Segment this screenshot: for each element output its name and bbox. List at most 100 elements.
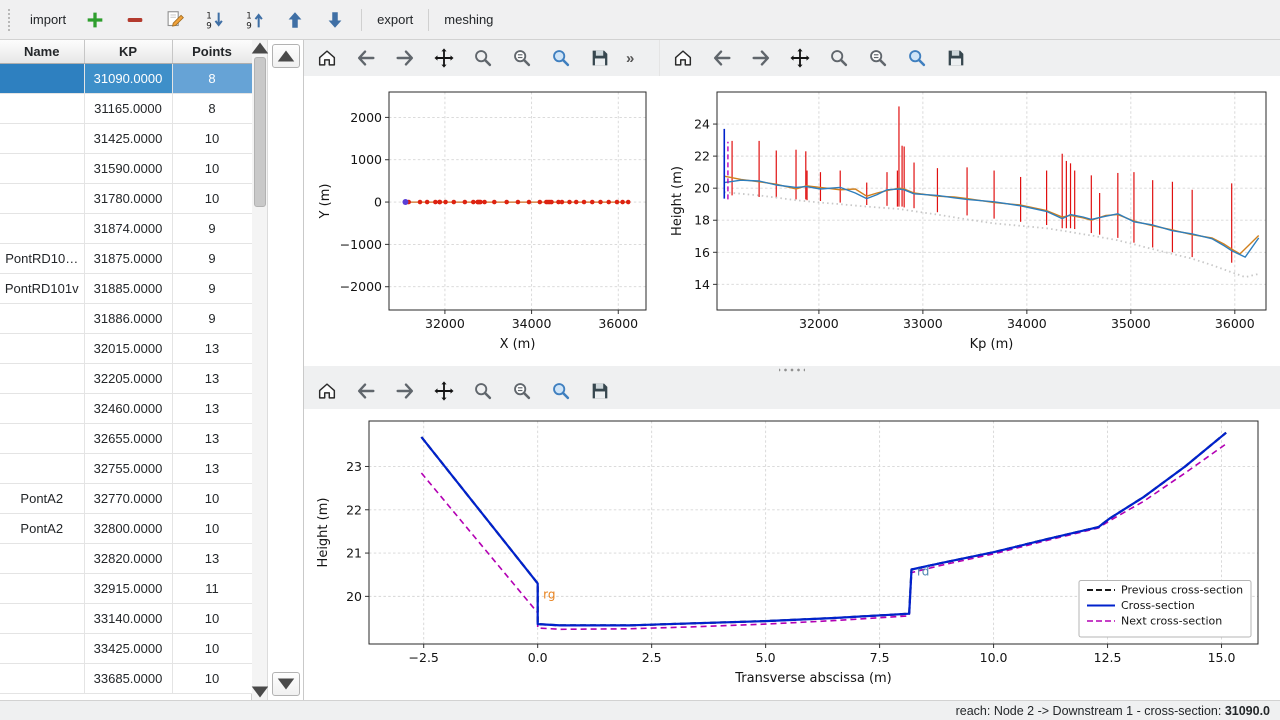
table-row[interactable]: PontA232800.000010 bbox=[0, 513, 252, 543]
cell-points[interactable]: 10 bbox=[172, 633, 252, 663]
cell-kp[interactable]: 33425.0000 bbox=[84, 633, 172, 663]
cell-kp[interactable]: 32755.0000 bbox=[84, 453, 172, 483]
add-cross-section-button[interactable] bbox=[76, 5, 114, 35]
cell-points[interactable]: 10 bbox=[172, 483, 252, 513]
horizontal-splitter[interactable] bbox=[304, 366, 1280, 373]
meshing-button[interactable]: meshing bbox=[436, 5, 501, 35]
cell-name[interactable] bbox=[0, 213, 84, 243]
cell-points[interactable]: 9 bbox=[172, 303, 252, 333]
cell-name[interactable] bbox=[0, 93, 84, 123]
plot-zoom-button[interactable] bbox=[466, 43, 500, 73]
plot-subplots-button[interactable] bbox=[505, 43, 539, 73]
table-row[interactable]: 33425.000010 bbox=[0, 633, 252, 663]
table-row[interactable]: PontRD10…31875.00009 bbox=[0, 243, 252, 273]
cell-kp[interactable]: 32770.0000 bbox=[84, 483, 172, 513]
scroll-down-button[interactable] bbox=[272, 672, 300, 696]
plot-customize-button[interactable] bbox=[544, 376, 578, 406]
cell-kp[interactable]: 31885.0000 bbox=[84, 273, 172, 303]
plot-home-button[interactable] bbox=[666, 43, 700, 73]
cell-points[interactable]: 10 bbox=[172, 123, 252, 153]
scrollbar-down-arrow[interactable] bbox=[252, 684, 268, 700]
cell-name[interactable] bbox=[0, 423, 84, 453]
table-row[interactable]: 32655.000013 bbox=[0, 423, 252, 453]
cell-name[interactable] bbox=[0, 63, 84, 93]
table-row[interactable]: 32205.000013 bbox=[0, 363, 252, 393]
cell-points[interactable]: 13 bbox=[172, 393, 252, 423]
cross-section-chart[interactable]: −2.50.02.55.07.510.012.515.020212223Tran… bbox=[304, 409, 1280, 700]
import-button[interactable]: import bbox=[22, 5, 74, 35]
table-row[interactable]: 31090.00008 bbox=[0, 63, 252, 93]
plot-back-button[interactable] bbox=[705, 43, 739, 73]
table-row[interactable]: PontA232770.000010 bbox=[0, 483, 252, 513]
table-row[interactable]: 32820.000013 bbox=[0, 543, 252, 573]
plot-pan-button[interactable] bbox=[783, 43, 817, 73]
cell-name[interactable] bbox=[0, 633, 84, 663]
cell-name[interactable] bbox=[0, 333, 84, 363]
cell-points[interactable]: 13 bbox=[172, 363, 252, 393]
move-up-button[interactable] bbox=[276, 5, 314, 35]
cell-name[interactable] bbox=[0, 453, 84, 483]
plot-back-button[interactable] bbox=[349, 376, 383, 406]
plot-subplots-button[interactable] bbox=[505, 376, 539, 406]
table-row[interactable]: 31780.000010 bbox=[0, 183, 252, 213]
plan-view-chart[interactable]: 320003400036000−2000−1000010002000X (m)Y… bbox=[304, 76, 660, 366]
cell-kp[interactable]: 32460.0000 bbox=[84, 393, 172, 423]
cell-kp[interactable]: 32915.0000 bbox=[84, 573, 172, 603]
plot-customize-button[interactable] bbox=[900, 43, 934, 73]
scrollbar-thumb[interactable] bbox=[254, 57, 266, 207]
cell-name[interactable] bbox=[0, 603, 84, 633]
cell-kp[interactable]: 31425.0000 bbox=[84, 123, 172, 153]
cell-kp[interactable]: 31165.0000 bbox=[84, 93, 172, 123]
cell-kp[interactable]: 31875.0000 bbox=[84, 243, 172, 273]
cell-kp[interactable]: 32205.0000 bbox=[84, 363, 172, 393]
cell-points[interactable]: 13 bbox=[172, 423, 252, 453]
plot-forward-button[interactable] bbox=[388, 376, 422, 406]
cell-kp[interactable]: 31090.0000 bbox=[84, 63, 172, 93]
cell-kp[interactable]: 32655.0000 bbox=[84, 423, 172, 453]
scrollbar-up-arrow[interactable] bbox=[252, 40, 268, 56]
scrollbar-track[interactable] bbox=[252, 56, 268, 684]
plot-zoom-button[interactable] bbox=[466, 376, 500, 406]
cell-kp[interactable]: 32015.0000 bbox=[84, 333, 172, 363]
plot-save-button[interactable] bbox=[583, 43, 617, 73]
plot-customize-button[interactable] bbox=[544, 43, 578, 73]
table-row[interactable]: 32755.000013 bbox=[0, 453, 252, 483]
plot-save-button[interactable] bbox=[939, 43, 973, 73]
cell-points[interactable]: 13 bbox=[172, 333, 252, 363]
cell-name[interactable] bbox=[0, 573, 84, 603]
cell-points[interactable]: 10 bbox=[172, 153, 252, 183]
cell-kp[interactable]: 31780.0000 bbox=[84, 183, 172, 213]
cell-name[interactable]: PontA2 bbox=[0, 513, 84, 543]
cell-points[interactable]: 8 bbox=[172, 63, 252, 93]
cell-kp[interactable]: 31874.0000 bbox=[84, 213, 172, 243]
cell-kp[interactable]: 33140.0000 bbox=[84, 603, 172, 633]
cell-name[interactable] bbox=[0, 303, 84, 333]
cell-name[interactable] bbox=[0, 183, 84, 213]
table-row[interactable]: PontRD101v31885.00009 bbox=[0, 273, 252, 303]
table-row[interactable]: 31165.00008 bbox=[0, 93, 252, 123]
cell-kp[interactable]: 31590.0000 bbox=[84, 153, 172, 183]
cell-points[interactable]: 10 bbox=[172, 603, 252, 633]
table-row[interactable]: 31886.00009 bbox=[0, 303, 252, 333]
cell-points[interactable]: 9 bbox=[172, 213, 252, 243]
table-row[interactable]: 32015.000013 bbox=[0, 333, 252, 363]
cell-name[interactable] bbox=[0, 543, 84, 573]
table-row[interactable]: 32460.000013 bbox=[0, 393, 252, 423]
plot-save-button[interactable] bbox=[583, 376, 617, 406]
table-row[interactable]: 32915.000011 bbox=[0, 573, 252, 603]
plot-forward-button[interactable] bbox=[388, 43, 422, 73]
cell-points[interactable]: 9 bbox=[172, 273, 252, 303]
column-header-name[interactable]: Name bbox=[0, 40, 84, 63]
cell-kp[interactable]: 32820.0000 bbox=[84, 543, 172, 573]
cell-points[interactable]: 13 bbox=[172, 453, 252, 483]
cell-name[interactable] bbox=[0, 153, 84, 183]
export-button[interactable]: export bbox=[369, 5, 421, 35]
plot-subplots-button[interactable] bbox=[861, 43, 895, 73]
cell-name[interactable]: PontRD101v bbox=[0, 273, 84, 303]
table-row[interactable]: 31425.000010 bbox=[0, 123, 252, 153]
table-scrollbar[interactable] bbox=[252, 40, 268, 700]
cell-points[interactable]: 13 bbox=[172, 543, 252, 573]
table-row[interactable]: 31874.00009 bbox=[0, 213, 252, 243]
cell-name[interactable] bbox=[0, 123, 84, 153]
table-row[interactable]: 31590.000010 bbox=[0, 153, 252, 183]
